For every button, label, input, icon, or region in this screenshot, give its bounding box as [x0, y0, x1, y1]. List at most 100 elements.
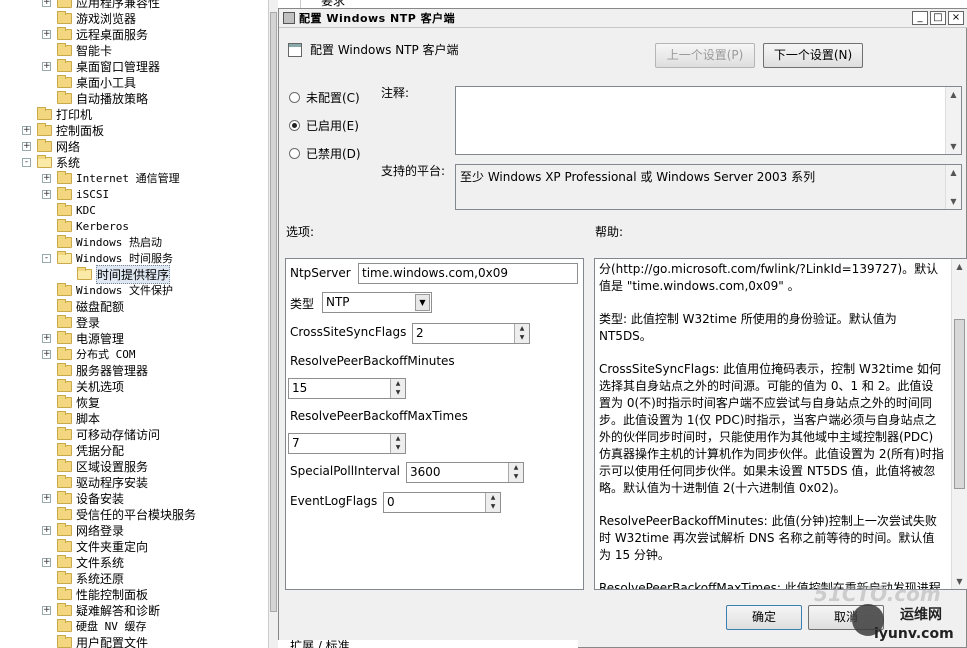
tree-item[interactable]: + 应用程序兼容性 [42, 0, 160, 10]
tree-item[interactable]: 硬盘 NV 缓存 [42, 618, 147, 634]
specialpoll-stepper[interactable]: 3600 ▲ ▼ [406, 462, 524, 483]
tree-item[interactable]: 智能卡 [42, 42, 112, 58]
specialpoll-spin[interactable]: ▲ ▼ [508, 463, 523, 482]
maximize-button[interactable]: □ [930, 11, 946, 25]
tree-scrollbar-thumb[interactable] [270, 12, 277, 612]
expand-icon[interactable]: + [42, 525, 51, 535]
type-select[interactable]: NTP ▼ [322, 292, 432, 313]
collapse-icon[interactable]: - [22, 157, 31, 167]
cancel-button[interactable]: 取消 [808, 605, 884, 630]
tree-item[interactable]: 恢复 [42, 394, 100, 410]
tree-item[interactable]: 时间提供程序 [62, 264, 171, 284]
scroll-up-icon[interactable]: ▲ [946, 165, 961, 180]
dialog-titlebar[interactable]: 配置 Windows NTP 客户端 _ □ × [279, 9, 967, 28]
eventlog-stepper[interactable]: 0 ▲ ▼ [383, 492, 501, 513]
spin-down-icon[interactable]: ▼ [509, 472, 523, 481]
tree-item[interactable]: 服务器管理器 [42, 362, 148, 378]
tree-item[interactable]: 用户配置文件 [42, 634, 148, 648]
tree-item[interactable]: Kerberos [42, 218, 129, 234]
tree-item[interactable]: 驱动程序安装 [42, 474, 148, 490]
comment-textarea[interactable]: ▲ ▼ [455, 86, 962, 155]
expand-icon[interactable]: + [42, 349, 51, 359]
scroll-up-icon[interactable]: ▲ [946, 87, 961, 102]
tree-item[interactable]: 游戏浏览器 [42, 10, 136, 26]
expand-icon[interactable]: + [42, 333, 51, 343]
collapse-icon[interactable]: - [42, 253, 51, 263]
tree-item[interactable]: + 控制面板 [22, 122, 104, 138]
spin-up-icon[interactable]: ▲ [486, 493, 500, 502]
tree-item[interactable]: 区域设置服务 [42, 458, 148, 474]
spin-down-icon[interactable]: ▼ [515, 333, 529, 342]
tree-item[interactable]: 凭据分配 [42, 442, 124, 458]
tree-item[interactable]: + 网络登录 [42, 522, 124, 538]
tree-item[interactable]: 自动播放策略 [42, 90, 148, 106]
backoffmax-spin[interactable]: ▲ ▼ [390, 434, 405, 453]
next-setting-button[interactable]: 下一个设置(N) [763, 43, 863, 68]
expand-icon[interactable]: + [42, 189, 51, 199]
tree-item[interactable]: + iSCSI [42, 186, 109, 202]
radio-not-configured[interactable]: 未配置(C) [289, 89, 360, 106]
spin-up-icon[interactable]: ▲ [509, 463, 523, 472]
expand-icon[interactable]: + [42, 29, 51, 39]
expand-icon[interactable]: + [42, 605, 51, 615]
eventlog-spin[interactable]: ▲ ▼ [485, 493, 500, 512]
tree-item[interactable]: 桌面小工具 [42, 74, 136, 90]
spin-up-icon[interactable]: ▲ [515, 324, 529, 333]
close-button[interactable]: × [948, 11, 964, 25]
spin-up-icon[interactable]: ▲ [391, 434, 405, 443]
tree-item[interactable]: + 远程桌面服务 [42, 26, 148, 42]
tree-item[interactable]: KDC [42, 202, 96, 218]
scroll-down-icon[interactable]: ▼ [952, 574, 967, 589]
tree-item[interactable]: 可移动存储访问 [42, 426, 160, 442]
expand-icon[interactable]: + [42, 61, 51, 71]
chevron-down-icon[interactable]: ▼ [415, 294, 430, 311]
spin-up-icon[interactable]: ▲ [391, 379, 405, 388]
scroll-down-icon[interactable]: ▼ [946, 194, 961, 209]
expand-icon[interactable]: + [42, 0, 51, 7]
spin-down-icon[interactable]: ▼ [391, 443, 405, 452]
platform-scrollbar[interactable]: ▲ ▼ [945, 165, 961, 209]
ok-button[interactable]: 确定 [726, 605, 802, 630]
tree-item[interactable]: 系统还原 [42, 570, 124, 586]
tree-item[interactable]: + 疑难解答和诊断 [42, 602, 160, 618]
ntpserver-input[interactable]: time.windows.com,0x09 [358, 263, 578, 284]
expand-icon[interactable]: + [42, 173, 51, 183]
tree-scrollbar[interactable] [268, 0, 278, 648]
tree-item[interactable]: 打印机 [22, 106, 92, 122]
scroll-up-icon[interactable]: ▲ [952, 259, 967, 274]
expand-icon[interactable]: + [42, 557, 51, 567]
tree-item[interactable]: Windows 文件保护 [42, 282, 173, 298]
tree-item[interactable]: 关机选项 [42, 378, 124, 394]
expand-icon[interactable]: + [42, 493, 51, 503]
backoffmin-spin[interactable]: ▲ ▼ [390, 379, 405, 398]
backoffmax-stepper[interactable]: 7 ▲ ▼ [288, 433, 406, 454]
tree-item[interactable]: + 网络 [22, 138, 80, 154]
spin-down-icon[interactable]: ▼ [486, 502, 500, 511]
help-scrollbar[interactable]: ▲ ▼ [951, 259, 967, 589]
tree-item[interactable]: + 电源管理 [42, 330, 124, 346]
expand-icon[interactable]: + [22, 125, 31, 135]
tree-item[interactable]: 受信任的平台模块服务 [42, 506, 196, 522]
radio-disabled[interactable]: 已禁用(D) [289, 145, 361, 162]
tree-item[interactable]: Windows 热启动 [42, 234, 162, 250]
tree-item[interactable]: 登录 [42, 314, 100, 330]
comment-scrollbar[interactable]: ▲ ▼ [945, 87, 961, 154]
minimize-button[interactable]: _ [912, 11, 928, 25]
tree-item[interactable]: 文件夹重定向 [42, 538, 148, 554]
policy-tree[interactable]: + 应用程序兼容性 游戏浏览器 + 远程桌面服务 智能卡 + 桌面窗口管理器 桌面小工具 自动播放… [0, 0, 268, 648]
help-scrollbar-thumb[interactable] [954, 319, 965, 489]
prev-setting-button[interactable]: 上一个设置(P) [655, 43, 755, 68]
tree-item[interactable]: + Internet 通信管理 [42, 170, 180, 186]
tree-item[interactable]: + 桌面窗口管理器 [42, 58, 160, 74]
tree-item[interactable]: + 文件系统 [42, 554, 124, 570]
tree-item[interactable]: + 设备安装 [42, 490, 124, 506]
backoffmin-stepper[interactable]: 15 ▲ ▼ [288, 378, 406, 399]
crosssite-stepper[interactable]: 2 ▲ ▼ [412, 323, 530, 344]
scroll-down-icon[interactable]: ▼ [946, 139, 961, 154]
tree-item[interactable]: 脚本 [42, 410, 100, 426]
spin-down-icon[interactable]: ▼ [391, 388, 405, 397]
tree-item[interactable]: - 系统 [22, 154, 80, 170]
tree-item[interactable]: 磁盘配额 [42, 298, 124, 314]
tree-item[interactable]: + 分布式 COM [42, 346, 136, 362]
expand-icon[interactable]: + [22, 141, 31, 151]
